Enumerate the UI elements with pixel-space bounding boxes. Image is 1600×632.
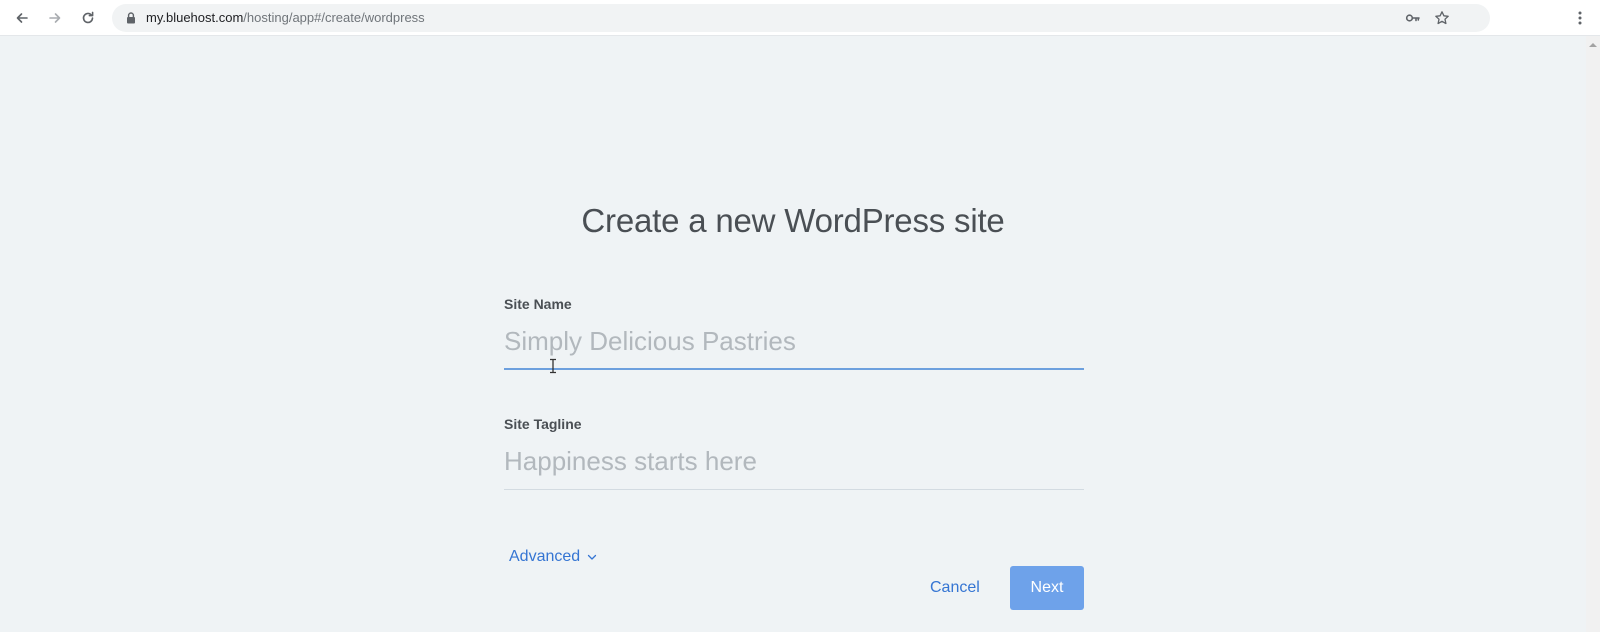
browser-toolbar: my.bluehost.com/hosting/app#/create/word…	[0, 0, 1600, 36]
page-title: Create a new WordPress site	[581, 202, 1005, 239]
address-bar[interactable]: my.bluehost.com/hosting/app#/create/word…	[112, 4, 1490, 32]
chevron-down-icon	[587, 554, 597, 561]
text-cursor-icon	[550, 358, 556, 374]
kebab-menu-icon	[1578, 11, 1582, 25]
password-key-button[interactable]	[1403, 8, 1423, 28]
browser-menu-button[interactable]	[1570, 8, 1590, 28]
site-tagline-label: Site Tagline	[504, 416, 582, 432]
star-icon	[1435, 11, 1449, 25]
arrow-right-icon	[49, 13, 61, 23]
cancel-button[interactable]: Cancel	[930, 566, 980, 610]
scroll-up-arrow-icon[interactable]	[1589, 43, 1597, 47]
key-icon	[1405, 14, 1420, 22]
next-button[interactable]: Next	[1010, 566, 1084, 610]
url-text: my.bluehost.com/hosting/app#/create/word…	[146, 11, 425, 25]
reload-icon	[82, 11, 94, 24]
site-name-label: Site Name	[504, 296, 572, 312]
reload-button[interactable]	[76, 6, 100, 30]
url-host: my.bluehost.com	[146, 10, 244, 25]
site-name-input[interactable]	[504, 314, 1084, 370]
site-tagline-input[interactable]	[504, 434, 1084, 490]
page-scrollbar[interactable]	[1586, 36, 1600, 632]
bookmark-button[interactable]	[1432, 8, 1452, 28]
arrow-left-icon	[16, 13, 28, 23]
back-button[interactable]	[10, 6, 34, 30]
advanced-toggle[interactable]: Advanced	[509, 548, 597, 566]
lock-icon	[127, 12, 135, 24]
url-path: /hosting/app#/create/wordpress	[243, 10, 425, 25]
create-site-form: Site Name Site Tagline	[504, 294, 1084, 490]
advanced-label: Advanced	[509, 548, 581, 565]
forward-button[interactable]	[43, 6, 67, 30]
